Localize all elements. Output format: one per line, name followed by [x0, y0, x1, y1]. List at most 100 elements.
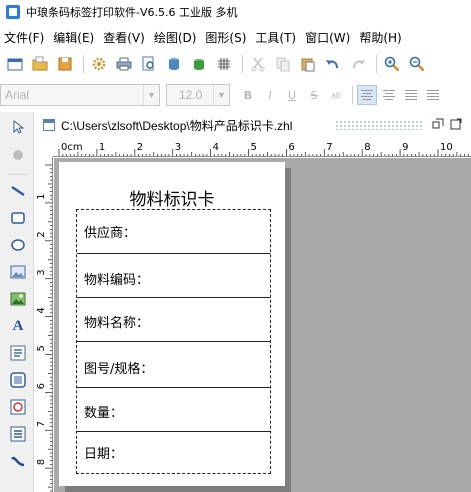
document-titlebar: C:\Users\zlsoft\Desktop\物料产品标识卡.zhl: [35, 112, 471, 138]
new-icon[interactable]: [4, 53, 26, 75]
save-icon[interactable]: [54, 53, 76, 75]
curve-icon[interactable]: [7, 450, 29, 472]
table-row[interactable]: 数量：: [77, 388, 270, 432]
superscript-button[interactable]: ab: [326, 85, 346, 105]
table-row[interactable]: 图号/规格：: [77, 342, 270, 388]
select-icon[interactable]: [7, 116, 29, 138]
toolbar-separator: [242, 55, 243, 73]
barcode-icon[interactable]: [7, 369, 29, 391]
field-material-name: 物料名称：: [84, 316, 150, 331]
restore-icon[interactable]: [431, 117, 445, 131]
font-family-value: Arial: [5, 88, 30, 102]
ruler-label: 7: [36, 421, 47, 427]
document-window: C:\Users\zlsoft\Desktop\物料产品标识卡.zhl 0cm 1…: [35, 112, 471, 492]
ruler-label: 0cm: [61, 142, 83, 153]
toolbar-separator: [376, 55, 377, 73]
maximize-icon[interactable]: [449, 117, 463, 131]
ruler-label: 10: [440, 142, 453, 153]
print-icon[interactable]: [113, 53, 135, 75]
picture-icon[interactable]: [7, 288, 29, 310]
tool-palette: A: [0, 112, 34, 492]
titlebar-grip: [335, 120, 423, 130]
document-icon: [43, 119, 55, 131]
menu-draw[interactable]: 绘图(D): [154, 29, 197, 46]
font-size-select[interactable]: 12.0 ▼: [166, 84, 230, 106]
italic-button[interactable]: I: [260, 85, 280, 105]
window-title: 中琅条码标签打印软件-V6.5.6 工业版 多机: [26, 6, 238, 19]
ellipse-icon[interactable]: [7, 234, 29, 256]
label-paper[interactable]: 物料标识卡 供应商： 物料编码： 物料名称： 图号/规格： 数量： 日期：: [59, 162, 285, 486]
field-quantity: 数量：: [84, 406, 124, 421]
paragraph-icon[interactable]: [7, 342, 29, 364]
field-supplier: 供应商：: [84, 226, 137, 241]
underline-button[interactable]: U: [282, 85, 302, 105]
open-icon[interactable]: [29, 53, 51, 75]
horizontal-ruler: 0cm1234567891011: [53, 138, 471, 157]
align-right-button[interactable]: [401, 85, 421, 105]
field-material-code: 物料编码：: [84, 273, 150, 288]
zoom-out-icon[interactable]: [406, 53, 428, 75]
redo-icon[interactable]: [347, 53, 369, 75]
ruler-label: 2: [36, 231, 47, 237]
align-justify-button[interactable]: [423, 85, 443, 105]
image-icon[interactable]: [7, 261, 29, 283]
table-row[interactable]: 供应商：: [77, 210, 270, 254]
field-date: 日期：: [84, 447, 124, 462]
label-title[interactable]: 物料标识卡: [59, 185, 285, 210]
strikethrough-button[interactable]: S: [304, 85, 324, 105]
align-left-button[interactable]: [357, 85, 377, 105]
copy-icon[interactable]: [272, 53, 294, 75]
document-path: C:\Users\zlsoft\Desktop\物料产品标识卡.zhl: [61, 118, 293, 133]
chevron-down-icon: ▼: [213, 85, 229, 105]
menu-file[interactable]: 文件(F): [4, 29, 44, 46]
ruler-label: 2: [137, 142, 143, 153]
ruler-label: 6: [36, 383, 47, 389]
ruler-label: 7: [326, 142, 332, 153]
data-icon[interactable]: [188, 53, 210, 75]
menu-view[interactable]: 查看(V): [103, 29, 145, 46]
menu-window[interactable]: 窗口(W): [305, 29, 350, 46]
ruler-label: 8: [36, 459, 47, 465]
ruler-label: 1: [36, 194, 47, 200]
vertical-ruler: 1 2 3 4 5 6 7 8: [35, 157, 53, 492]
ruler-label: 4: [36, 307, 47, 313]
line-icon[interactable]: [7, 180, 29, 202]
menu-tools[interactable]: 工具(T): [255, 29, 296, 46]
undo-icon[interactable]: [322, 53, 344, 75]
ruler-label: 8: [364, 142, 370, 153]
table-row[interactable]: 物料编码：: [77, 254, 270, 298]
database-icon[interactable]: [163, 53, 185, 75]
palette-separator: [8, 174, 26, 175]
settings-icon[interactable]: [88, 53, 110, 75]
ruler-label: 3: [175, 142, 181, 153]
toolbar-separator: [352, 86, 353, 104]
table-row[interactable]: 日期：: [77, 432, 270, 473]
ruler-label: 3: [36, 269, 47, 275]
zoom-in-icon[interactable]: [381, 53, 403, 75]
rectangle-icon[interactable]: [7, 207, 29, 229]
bold-button[interactable]: B: [238, 85, 258, 105]
main-toolbar: [0, 50, 471, 78]
paste-icon[interactable]: [297, 53, 319, 75]
label-table[interactable]: 供应商： 物料编码： 物料名称： 图号/规格： 数量： 日期：: [76, 209, 271, 474]
font-family-select[interactable]: Arial ▼: [0, 84, 160, 106]
grid-icon[interactable]: [213, 53, 235, 75]
shape-icon[interactable]: [7, 396, 29, 418]
cut-icon[interactable]: [247, 53, 269, 75]
menu-help[interactable]: 帮助(H): [359, 29, 401, 46]
ruler-corner: [35, 138, 53, 157]
ruler-label: 5: [251, 142, 257, 153]
design-canvas[interactable]: 物料标识卡 供应商： 物料编码： 物料名称： 图号/规格： 数量： 日期：: [54, 158, 471, 492]
menu-shape[interactable]: 图形(S): [205, 29, 246, 46]
ruler-label: 9: [402, 142, 408, 153]
menu-edit[interactable]: 编辑(E): [53, 29, 94, 46]
text-icon[interactable]: A: [7, 315, 29, 337]
align-center-button[interactable]: [379, 85, 399, 105]
pan-icon[interactable]: [7, 144, 29, 166]
font-size-value: 12.0: [179, 88, 203, 102]
table-row[interactable]: 物料名称：: [77, 298, 270, 342]
format-toolbar: Arial ▼ 12.0 ▼ B I U S ab: [0, 82, 471, 108]
ruler-label: 6: [288, 142, 294, 153]
preview-icon[interactable]: [138, 53, 160, 75]
data-field-icon[interactable]: [7, 423, 29, 445]
